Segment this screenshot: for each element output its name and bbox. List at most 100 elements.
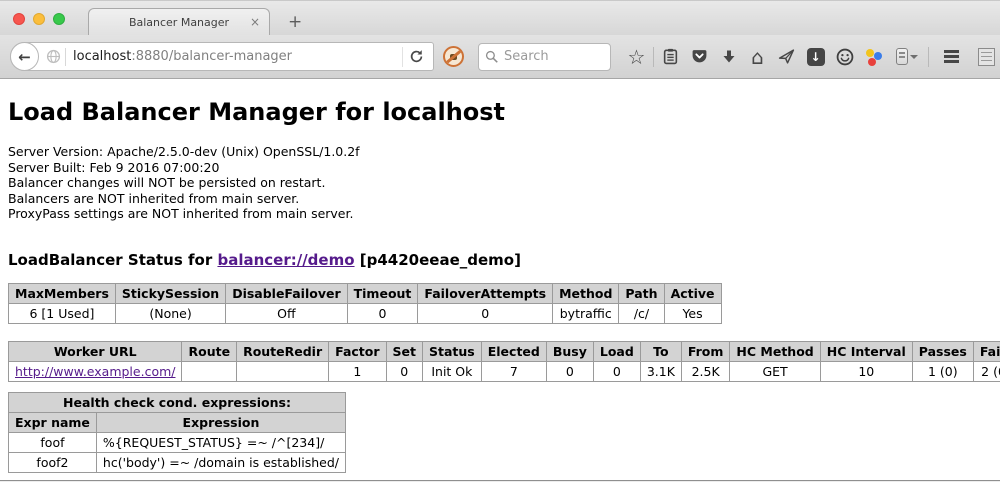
to-cell: 3.1K [640, 361, 681, 381]
disable-failover-cell: Off [226, 303, 347, 323]
column-header: StickySession [115, 283, 225, 303]
health-data-row: foof %{REQUEST_STATUS} =~ /^[234]/ [9, 432, 346, 452]
search-bar[interactable] [478, 43, 611, 71]
column-header: Expression [96, 412, 345, 432]
column-header: To [640, 341, 681, 361]
globe-icon [46, 49, 61, 64]
column-header: RouteRedir [237, 341, 329, 361]
back-button[interactable]: ← [10, 42, 39, 71]
fails-cell: 2 (0) [973, 361, 1000, 381]
expression-cell: hc('body') =~ /domain is established/ [96, 452, 345, 472]
worker-url-cell: http://www.example.com/ [9, 361, 182, 381]
sticky-session-cell: (None) [115, 303, 225, 323]
send-tab-button[interactable] [772, 42, 801, 71]
paper-plane-icon [778, 48, 795, 65]
health-title-row: Health check cond. expressions: [9, 392, 346, 412]
pocket-icon [691, 48, 708, 65]
health-table-title: Health check cond. expressions: [9, 392, 346, 412]
titlebar: Balancer Manager × + [0, 0, 1000, 35]
expr-name-cell: foof [9, 432, 97, 452]
column-header: MaxMembers [9, 283, 116, 303]
max-members-cell: 6 [1 Used] [9, 303, 116, 323]
reload-icon [409, 49, 424, 64]
bookmark-star-button[interactable]: ☆ [622, 42, 651, 71]
clipboard-icon [662, 48, 679, 65]
column-header: Passes [912, 341, 973, 361]
star-icon: ☆ [628, 47, 646, 67]
page-title: Load Balancer Manager for localhost [8, 79, 1000, 126]
health-header-row: Expr name Expression [9, 412, 346, 432]
new-tab-button[interactable]: + [282, 12, 308, 32]
download-arrow-icon [721, 49, 737, 65]
window-controls [13, 13, 65, 25]
tab-title: Balancer Manager [129, 16, 229, 29]
close-window-button[interactable] [13, 13, 25, 25]
column-header: Method [553, 283, 619, 303]
server-info: Server Version: Apache/2.5.0-dev (Unix) … [8, 144, 1000, 222]
elected-cell: 7 [481, 361, 546, 381]
factor-cell: 1 [329, 361, 386, 381]
toolbar-icons: ☆ ⌂ [622, 42, 926, 71]
timeout-cell: 0 [347, 303, 418, 323]
status-heading-suffix: [p4420eeae_demo] [355, 251, 521, 269]
routeredir-cell [237, 361, 329, 381]
colored-dots-addon-button[interactable] [859, 42, 888, 71]
search-input[interactable] [504, 49, 594, 64]
feedback-button[interactable] [830, 42, 859, 71]
hamburger-icon [944, 50, 959, 63]
route-cell [182, 361, 237, 381]
pocket-button[interactable] [685, 42, 714, 71]
set-cell: 0 [386, 361, 422, 381]
worker-table: Worker URL Route RouteRedir Factor Set S… [8, 341, 1000, 382]
balancer-demo-link[interactable]: balancer://demo [217, 251, 354, 269]
tab-close-icon[interactable]: × [250, 15, 260, 29]
column-header: FailoverAttempts [418, 283, 553, 303]
plugin-blocked-icon[interactable] [443, 46, 464, 67]
reload-button[interactable] [402, 47, 433, 67]
column-header: HC Interval [820, 341, 912, 361]
load-cell: 0 [593, 361, 640, 381]
hc-interval-cell: 10 [820, 361, 912, 381]
column-header: Worker URL [9, 341, 182, 361]
active-cell: Yes [664, 303, 721, 323]
reading-list-button[interactable] [656, 42, 685, 71]
container-addon-button[interactable] [888, 42, 926, 71]
column-header: Busy [546, 341, 593, 361]
smiley-icon [836, 48, 854, 66]
url-bar[interactable]: ← localhost:8880/balancer-manager [10, 42, 434, 71]
downloads-button[interactable] [714, 42, 743, 71]
persist-warning-line: Balancer changes will NOT be persisted o… [8, 175, 1000, 191]
colored-dots-icon [865, 48, 883, 66]
column-header: Fails [973, 341, 1000, 361]
column-header: Load [593, 341, 640, 361]
loadbalancer-status-heading: LoadBalancer Status for balancer://demo … [8, 251, 1000, 269]
home-icon: ⌂ [751, 47, 764, 67]
browser-window: Balancer Manager × + ← localhost:8880/ba… [0, 0, 1000, 491]
column-header: Route [182, 341, 237, 361]
from-cell: 2.5K [681, 361, 730, 381]
zoom-window-button[interactable] [53, 13, 65, 25]
column-header: DisableFailover [226, 283, 347, 303]
page-thumbnail-icon [978, 48, 995, 66]
addon-download-button[interactable]: ↓ [801, 42, 830, 71]
proxypass-warning-line: ProxyPass settings are NOT inherited fro… [8, 206, 1000, 222]
menu-button[interactable] [937, 42, 966, 71]
status-cell: Init Ok [423, 361, 482, 381]
address-text[interactable]: localhost:8880/balancer-manager [73, 49, 402, 64]
server-built-line: Server Built: Feb 9 2016 07:00:20 [8, 160, 1000, 176]
column-header: Status [423, 341, 482, 361]
page-preview-button[interactable] [972, 42, 1000, 71]
failover-attempts-cell: 0 [418, 303, 553, 323]
worker-header-row: Worker URL Route RouteRedir Factor Set S… [9, 341, 1000, 361]
column-header: HC Method [730, 341, 820, 361]
minimize-window-button[interactable] [33, 13, 45, 25]
worker-url-link[interactable]: http://www.example.com/ [15, 364, 175, 379]
expr-name-cell: foof2 [9, 452, 97, 472]
path-cell: /c/ [619, 303, 664, 323]
health-data-row: foof2 hc('body') =~ /domain is establish… [9, 452, 346, 472]
expression-cell: %{REQUEST_STATUS} =~ /^[234]/ [96, 432, 345, 452]
browser-tab[interactable]: Balancer Manager × [88, 8, 270, 35]
home-button[interactable]: ⌂ [743, 42, 772, 71]
url-path: :8880/balancer-manager [131, 49, 292, 64]
url-divider [65, 48, 66, 66]
